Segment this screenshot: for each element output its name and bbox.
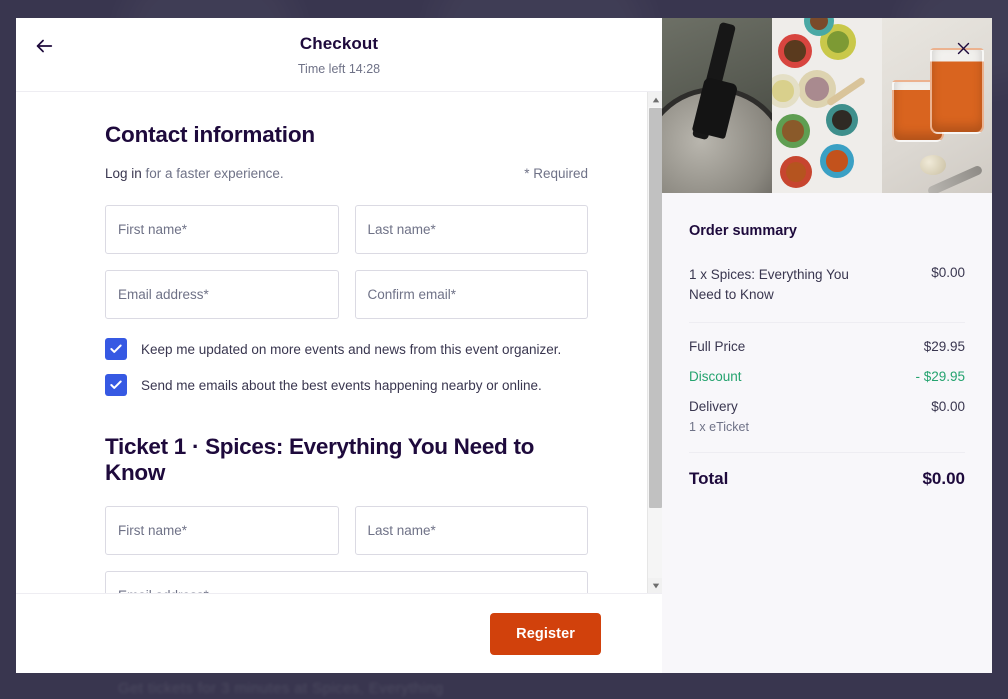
nearby-events-checkbox[interactable]: [105, 374, 127, 396]
check-icon: [110, 380, 122, 389]
required-star: *: [181, 222, 188, 237]
summary-row-discount: Discount - $29.95: [689, 369, 965, 384]
ticket-first-name-placeholder: First name: [118, 523, 182, 538]
email-input[interactable]: Email address*: [105, 270, 339, 319]
scrollbar-down-arrow[interactable]: [648, 578, 662, 593]
checkout-form-column: Checkout Time left 14:28 Contact informa…: [16, 18, 662, 673]
scrollbar-up-arrow[interactable]: [648, 92, 662, 107]
confirm-email-placeholder: Confirm email: [367, 287, 451, 302]
delivery-note: 1 x eTicket: [689, 420, 749, 435]
order-line-item: 1 x Spices: Everything You Need to Know …: [689, 265, 965, 304]
arrow-left-icon: [36, 39, 53, 53]
summary-divider-total: [689, 452, 965, 454]
close-icon: [957, 42, 969, 54]
last-name-placeholder: Last name: [367, 222, 431, 237]
banner-panel-spice-bowls: [772, 18, 882, 193]
event-banner-image: [662, 18, 992, 193]
login-prompt-rest: for a faster experience.: [141, 166, 284, 181]
required-star: *: [204, 588, 209, 593]
required-star: *: [450, 287, 457, 302]
organizer-updates-label: Keep me updated on more events and news …: [141, 341, 562, 357]
contact-section-heading: Contact information: [105, 122, 315, 147]
ticket-section-heading: Ticket 1 · Spices: Everything You Need t…: [105, 434, 535, 485]
nearby-events-label: Send me emails about the best events hap…: [141, 377, 542, 393]
discount-value: - $29.95: [915, 369, 965, 385]
back-button[interactable]: [26, 28, 62, 64]
ticket-last-name-placeholder: Last name: [367, 523, 431, 538]
register-button[interactable]: Register: [490, 612, 601, 655]
ticket-first-name-input[interactable]: First name*: [105, 506, 339, 555]
backdrop-ghost-text: Get tickets for 3 minutes at Spices, Eve…: [118, 680, 444, 697]
order-summary-title: Order summary: [689, 223, 797, 239]
contact-subheader-row: Log in for a faster experience. * Requir…: [105, 166, 588, 181]
checkout-timer: Time left 14:28: [297, 62, 381, 76]
close-button[interactable]: [950, 35, 976, 61]
check-icon: [110, 344, 122, 353]
checkout-header: Checkout Time left 14:28: [16, 18, 662, 92]
login-link[interactable]: Log in: [105, 166, 142, 181]
ticket-last-name-input[interactable]: Last name*: [354, 506, 588, 555]
summary-divider: [689, 322, 965, 324]
form-scrollbar[interactable]: [647, 92, 662, 593]
ticket-name-row: First name* Last name*: [105, 506, 588, 555]
required-star: *: [430, 222, 436, 237]
required-note: * Required: [524, 166, 588, 181]
email-placeholder: Email address: [118, 287, 204, 302]
chevron-down-icon: [652, 583, 659, 588]
scrollbar-thumb[interactable]: [649, 108, 662, 508]
login-prompt: Log in for a faster experience.: [105, 166, 284, 181]
contact-email-row: Email address* Confirm email*: [105, 270, 588, 319]
full-price-label: Full Price: [689, 339, 746, 355]
organizer-updates-checkbox[interactable]: [105, 338, 127, 360]
organizer-updates-checkbox-row[interactable]: Keep me updated on more events and news …: [105, 338, 588, 360]
first-name-input[interactable]: First name*: [105, 205, 339, 254]
discount-label: Discount: [689, 369, 742, 385]
contact-name-row: First name* Last name*: [105, 205, 588, 254]
summary-row-delivery: Delivery $0.00: [689, 399, 965, 414]
form-scroll-area: Contact information Log in for a faster …: [16, 92, 662, 593]
total-label: Total: [689, 469, 729, 489]
summary-row-full-price: Full Price $29.95: [689, 339, 965, 354]
order-item-name: 1 x Spices: Everything You Need to Know: [689, 267, 849, 302]
checkout-footer: Register: [16, 593, 662, 673]
ticket-email-row: Email address*: [105, 571, 588, 593]
order-summary-column: Order summary 1 x Spices: Everything You…: [662, 18, 992, 673]
ticket-email-placeholder: Email address: [118, 588, 204, 593]
summary-row-total: Total $0.00: [689, 469, 965, 489]
required-star: *: [430, 523, 436, 538]
first-name-placeholder: First name: [118, 222, 182, 237]
order-item-price: $0.00: [931, 265, 965, 280]
delivery-value: $0.00: [931, 399, 965, 415]
last-name-input[interactable]: Last name*: [354, 205, 588, 254]
required-star: *: [203, 287, 209, 302]
banner-panel-chickpeas: [662, 18, 772, 193]
nearby-events-checkbox-row[interactable]: Send me emails about the best events hap…: [105, 374, 588, 396]
page-title: Checkout: [299, 34, 379, 53]
form-body: Contact information Log in for a faster …: [16, 92, 648, 593]
checkout-modal: Checkout Time left 14:28 Contact informa…: [16, 18, 992, 673]
required-star: *: [181, 523, 188, 538]
chevron-up-icon: [652, 97, 659, 102]
delivery-label: Delivery: [689, 399, 738, 415]
ticket-email-input[interactable]: Email address*: [105, 571, 588, 593]
order-summary-panel: Order summary 1 x Spices: Everything You…: [662, 193, 992, 489]
confirm-email-input[interactable]: Confirm email*: [354, 270, 588, 319]
total-value: $0.00: [922, 469, 965, 489]
full-price-value: $29.95: [923, 339, 965, 355]
